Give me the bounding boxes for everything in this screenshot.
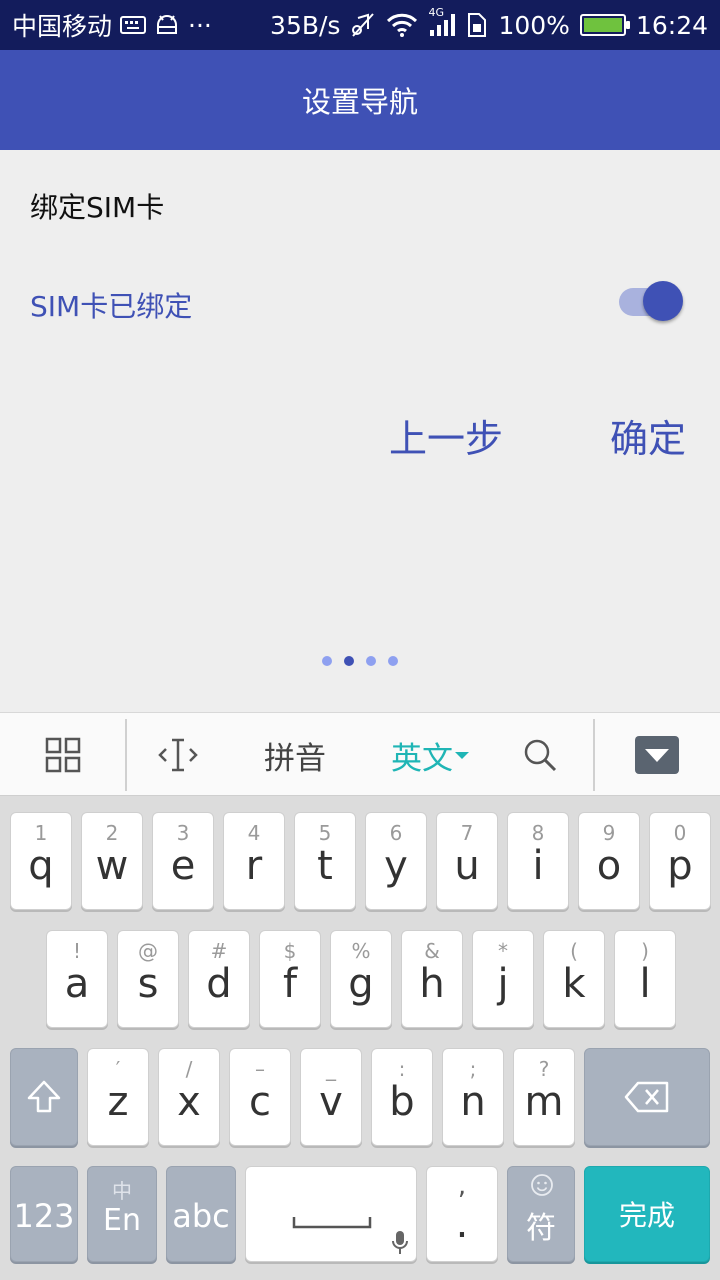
key-p[interactable]: 0p bbox=[649, 812, 711, 910]
microphone-icon bbox=[392, 1231, 408, 1254]
space-key[interactable] bbox=[245, 1166, 417, 1262]
key-f[interactable]: $ f bbox=[259, 930, 321, 1028]
key-w[interactable]: 2w bbox=[81, 812, 143, 910]
mute-icon bbox=[350, 12, 376, 38]
key-z[interactable]: ′ z bbox=[87, 1048, 149, 1146]
key-k[interactable]: (k bbox=[543, 930, 605, 1028]
key-j[interactable]: * j bbox=[472, 930, 534, 1028]
sim-bind-toggle[interactable] bbox=[617, 280, 685, 324]
previous-step-button[interactable]: 上一步 bbox=[389, 408, 503, 463]
net-speed: 35B/s bbox=[270, 10, 341, 40]
key-y[interactable]: 6y bbox=[365, 812, 427, 910]
ime-english-tab[interactable]: 英文 bbox=[380, 713, 480, 797]
key-c[interactable]: – c bbox=[229, 1048, 291, 1146]
search-icon[interactable] bbox=[505, 713, 575, 797]
keyboard-notification-icon bbox=[120, 15, 147, 35]
key-d[interactable]: # d bbox=[188, 930, 250, 1028]
key-g[interactable]: % g bbox=[330, 930, 392, 1028]
key-n[interactable]: ; n bbox=[442, 1048, 504, 1146]
key-o[interactable]: 9o bbox=[578, 812, 640, 910]
wifi-icon bbox=[386, 13, 418, 37]
ime-divider bbox=[125, 719, 127, 791]
key-a[interactable]: ! a bbox=[46, 930, 108, 1028]
comma-period-key[interactable]: ,. bbox=[426, 1166, 498, 1262]
key-r[interactable]: 4r bbox=[223, 812, 285, 910]
key-v[interactable]: _ v bbox=[300, 1048, 362, 1146]
key-t[interactable]: 5t bbox=[294, 812, 356, 910]
key-b[interactable]: :b bbox=[371, 1048, 433, 1146]
sim-status-label: SIM卡已绑定 bbox=[30, 290, 193, 323]
page-dot-active bbox=[344, 656, 354, 666]
confirm-button[interactable]: 确定 bbox=[610, 408, 686, 463]
soft-keyboard: 1q 2w 3e 4r 5t 6y 7u 8i 9o 0p ! a @ s # d $… bbox=[0, 796, 720, 1280]
key-e[interactable]: 3e bbox=[152, 812, 214, 910]
key-l[interactable]: ) l bbox=[614, 930, 676, 1028]
key-u[interactable]: 7u bbox=[436, 812, 498, 910]
done-key[interactable]: 完成 bbox=[584, 1166, 710, 1262]
ime-toolbar: 拼音 英文 bbox=[0, 712, 720, 796]
numbers-key[interactable]: 123 bbox=[10, 1166, 78, 1262]
battery-icon bbox=[579, 14, 630, 36]
cursor-move-icon[interactable] bbox=[142, 713, 214, 797]
emoji-icon bbox=[531, 1174, 553, 1196]
ime-english-label: 英文 bbox=[391, 740, 453, 777]
page-indicator bbox=[322, 656, 398, 666]
page-dot bbox=[322, 656, 332, 666]
carrier-label: 中国移动 bbox=[12, 12, 113, 41]
more-notifications-icon: ··· bbox=[188, 10, 212, 40]
ime-menu-grid-icon[interactable] bbox=[22, 713, 104, 797]
setup-content: 绑定SIM卡 SIM卡已绑定 上一步 确定 bbox=[0, 150, 720, 712]
key-q[interactable]: 1q bbox=[10, 812, 72, 910]
cellular-signal-icon: 4G bbox=[428, 6, 456, 38]
toggle-thumb bbox=[643, 281, 683, 321]
page-dot bbox=[388, 656, 398, 666]
page-title: 设置导航 bbox=[301, 85, 418, 119]
page-dot bbox=[366, 656, 376, 666]
status-bar: 中国移动 ··· 35B/s 4G 100% 16:24 bbox=[0, 0, 720, 50]
section-title: 绑定SIM卡 bbox=[30, 191, 165, 224]
key-x[interactable]: / x bbox=[158, 1048, 220, 1146]
ime-pinyin-tab[interactable]: 拼音 bbox=[245, 713, 345, 797]
backspace-key[interactable] bbox=[584, 1048, 710, 1146]
android-icon bbox=[154, 13, 180, 37]
key-i[interactable]: 8i bbox=[507, 812, 569, 910]
dropdown-triangle-icon bbox=[455, 752, 469, 759]
abc-key[interactable]: abc bbox=[166, 1166, 236, 1262]
key-s[interactable]: @ s bbox=[117, 930, 179, 1028]
space-bar-icon bbox=[292, 1217, 372, 1229]
shift-key[interactable] bbox=[10, 1048, 78, 1146]
language-switch-key[interactable]: 中 En bbox=[87, 1166, 157, 1262]
hide-keyboard-icon[interactable] bbox=[626, 713, 688, 797]
battery-percent: 100% bbox=[498, 10, 570, 40]
key-m[interactable]: ? m bbox=[513, 1048, 575, 1146]
backspace-icon bbox=[624, 1081, 669, 1113]
shift-arrow-icon bbox=[27, 1080, 61, 1113]
clock: 16:24 bbox=[635, 10, 708, 40]
key-h[interactable]: & h bbox=[401, 930, 463, 1028]
sim-icon bbox=[466, 12, 488, 38]
app-bar: 设置导航 bbox=[0, 50, 720, 150]
symbols-key[interactable]: 符 bbox=[507, 1166, 575, 1262]
ime-divider bbox=[593, 719, 595, 791]
